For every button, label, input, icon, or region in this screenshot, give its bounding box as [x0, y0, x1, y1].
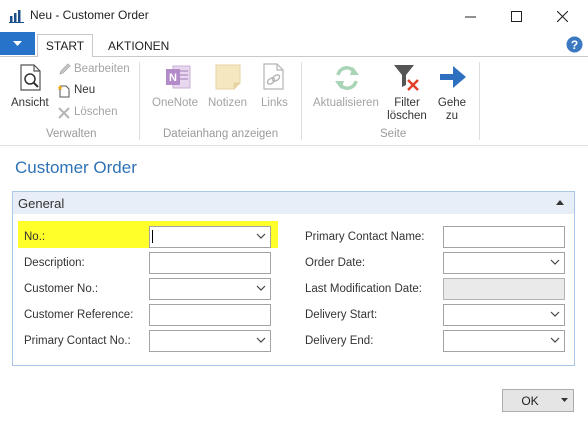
sticky-note-icon	[215, 64, 241, 90]
onenote-button[interactable]: N OneNote	[150, 62, 204, 116]
ribbon-separator	[301, 62, 302, 140]
page-title: Customer Order	[15, 158, 137, 177]
primary-contact-no-field[interactable]	[149, 330, 271, 352]
bearbeiten-label: Bearbeiten	[74, 63, 130, 75]
file-menu-button[interactable]	[0, 32, 35, 55]
onenote-label: OneNote	[152, 97, 199, 109]
gehe-zu-button[interactable]: Gehe zu	[432, 62, 472, 124]
ansicht-button[interactable]: Ansicht	[8, 62, 50, 116]
close-icon	[556, 10, 568, 22]
close-button[interactable]	[539, 0, 585, 32]
fasttab-header[interactable]	[13, 192, 574, 214]
caret-down-icon[interactable]	[561, 398, 568, 403]
primary-contact-name-field[interactable]	[443, 226, 565, 248]
aktualisieren-label: Aktualisieren	[313, 97, 379, 109]
ok-label: OK	[521, 394, 539, 408]
last-modification-date-field	[443, 278, 565, 300]
zu-label: zu	[445, 110, 459, 122]
window-title: Neu - Customer Order	[30, 8, 149, 22]
group-label-dateianhang: Dateianhang anzeigen	[163, 128, 279, 140]
bearbeiten-button[interactable]: Bearbeiten	[56, 62, 136, 78]
arrow-right-icon	[440, 66, 466, 88]
gehe-label: Gehe	[437, 97, 467, 109]
loeschen-filter-label: löschen	[387, 110, 427, 122]
maximize-button[interactable]	[493, 0, 539, 32]
delivery-end-field[interactable]	[443, 330, 565, 352]
customer-reference-field[interactable]	[149, 304, 271, 326]
ok-button[interactable]: OK	[502, 389, 574, 412]
field-label-delivery-end: Delivery End:	[305, 335, 374, 347]
filter-label: Filter	[394, 97, 420, 109]
links-button[interactable]: Links	[254, 62, 294, 116]
text-cursor	[152, 230, 153, 243]
chevron-down-icon[interactable]	[256, 337, 266, 344]
ansicht-label: Ansicht	[11, 97, 49, 109]
svg-text:N: N	[169, 72, 177, 84]
chevron-down-icon[interactable]	[550, 337, 560, 344]
field-label-primary-contact-no: Primary Contact No.:	[24, 335, 131, 347]
description-field[interactable]	[149, 252, 271, 274]
links-label: Links	[261, 97, 288, 109]
minimize-icon	[464, 16, 476, 17]
order-date-field[interactable]	[443, 252, 565, 274]
group-label-seite: Seite	[380, 128, 407, 140]
svg-text:?: ?	[571, 38, 578, 52]
field-label-primary-contact-name: Primary Contact Name:	[305, 231, 425, 243]
maximize-icon	[510, 10, 522, 22]
ribbon-separator	[139, 62, 140, 140]
help-icon[interactable]: ?	[566, 36, 583, 53]
field-label-order-date: Order Date:	[305, 257, 366, 269]
refresh-icon	[335, 66, 359, 90]
view-document-icon	[20, 64, 41, 91]
chevron-down-icon[interactable]	[256, 233, 266, 240]
notizen-label: Notizen	[208, 97, 247, 109]
tab-aktionen[interactable]: AKTIONEN	[98, 34, 179, 57]
new-document-icon	[58, 85, 70, 98]
clear-filter-icon	[394, 65, 419, 91]
field-label-delivery-start: Delivery Start:	[305, 309, 378, 321]
onenote-icon: N	[166, 65, 191, 89]
filter-loeschen-button[interactable]: Filter löschen	[384, 62, 430, 124]
loeschen-button[interactable]: Löschen	[56, 105, 126, 121]
app-logo-icon	[9, 9, 24, 23]
customer-no-field[interactable]	[149, 278, 271, 300]
chevron-down-icon[interactable]	[256, 285, 266, 292]
loeschen-label: Löschen	[74, 106, 118, 118]
chevron-up-icon[interactable]	[555, 198, 565, 206]
delete-x-icon	[58, 107, 70, 119]
minimize-button[interactable]	[447, 0, 493, 32]
chevron-down-icon[interactable]	[550, 259, 560, 266]
no-field[interactable]	[149, 226, 271, 248]
chevron-down-icon[interactable]	[550, 311, 560, 318]
field-label-customer-no: Customer No.:	[24, 283, 99, 295]
group-label-verwalten: Verwalten	[46, 128, 97, 140]
tab-start[interactable]: START	[37, 34, 93, 57]
fasttab-title: General	[18, 196, 65, 211]
delivery-start-field[interactable]	[443, 304, 565, 326]
caret-down-icon	[13, 40, 22, 46]
neu-label: Neu	[74, 84, 96, 96]
aktualisieren-button[interactable]: Aktualisieren	[310, 62, 384, 116]
field-label-last-modification-date: Last Modification Date:	[305, 283, 422, 295]
link-document-icon	[263, 63, 284, 90]
field-label-no: No.:	[24, 231, 46, 243]
neu-button[interactable]: Neu	[56, 83, 116, 99]
notizen-button[interactable]: Notizen	[206, 62, 252, 116]
pencil-icon	[59, 63, 71, 75]
field-label-description: Description:	[24, 257, 85, 269]
field-label-customer-reference: Customer Reference:	[24, 309, 134, 321]
ribbon-separator	[479, 62, 480, 140]
